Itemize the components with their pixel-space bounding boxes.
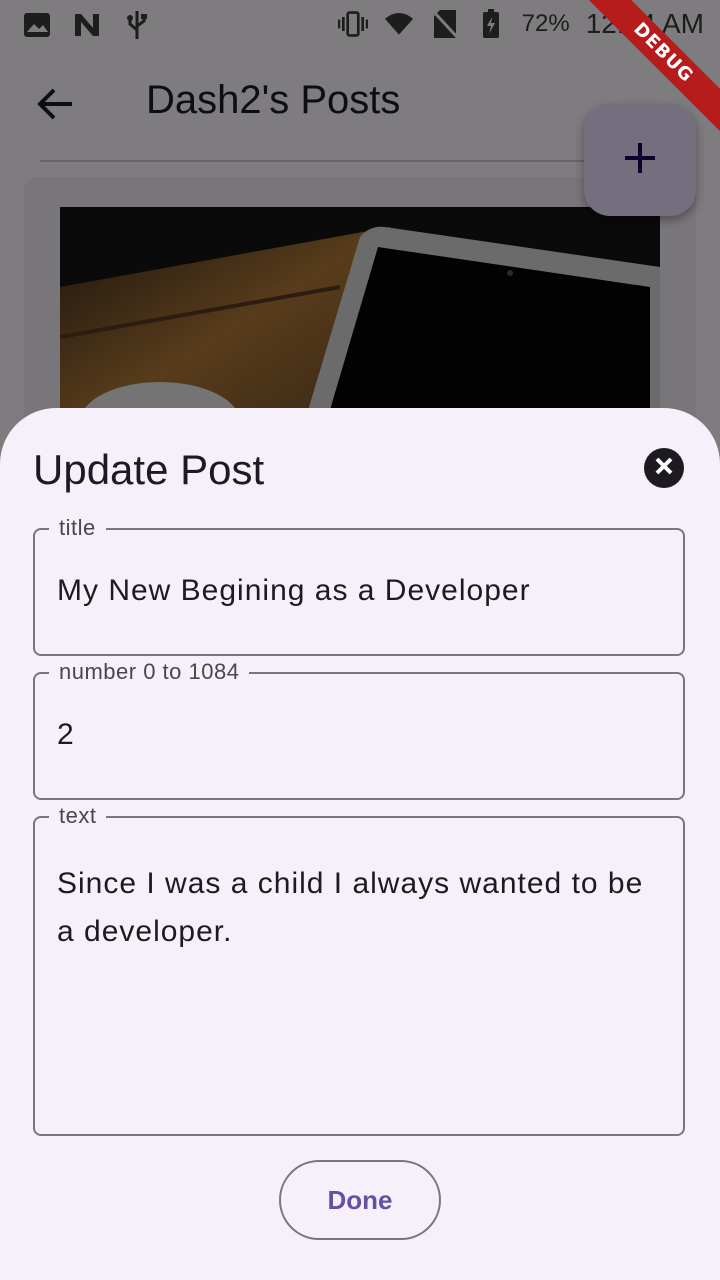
- close-icon: [654, 456, 674, 481]
- done-button[interactable]: Done: [279, 1160, 441, 1240]
- number-input[interactable]: 2: [57, 718, 661, 752]
- title-input[interactable]: My New Begining as a Developer: [57, 574, 661, 608]
- number-field-label: number 0 to 1084: [49, 659, 250, 685]
- text-input[interactable]: Since I was a child I always wanted to b…: [57, 860, 661, 956]
- title-field-label: title: [49, 515, 106, 541]
- text-field-label: text: [49, 803, 107, 829]
- update-post-sheet: Update Post title My New Begining as a D…: [0, 408, 720, 1280]
- title-field[interactable]: title My New Begining as a Developer: [33, 515, 685, 656]
- sheet-title: Update Post: [33, 446, 265, 493]
- text-field[interactable]: text Since I was a child I always wanted…: [33, 803, 685, 1136]
- close-button[interactable]: [644, 448, 684, 488]
- number-field[interactable]: number 0 to 1084 2: [33, 659, 685, 800]
